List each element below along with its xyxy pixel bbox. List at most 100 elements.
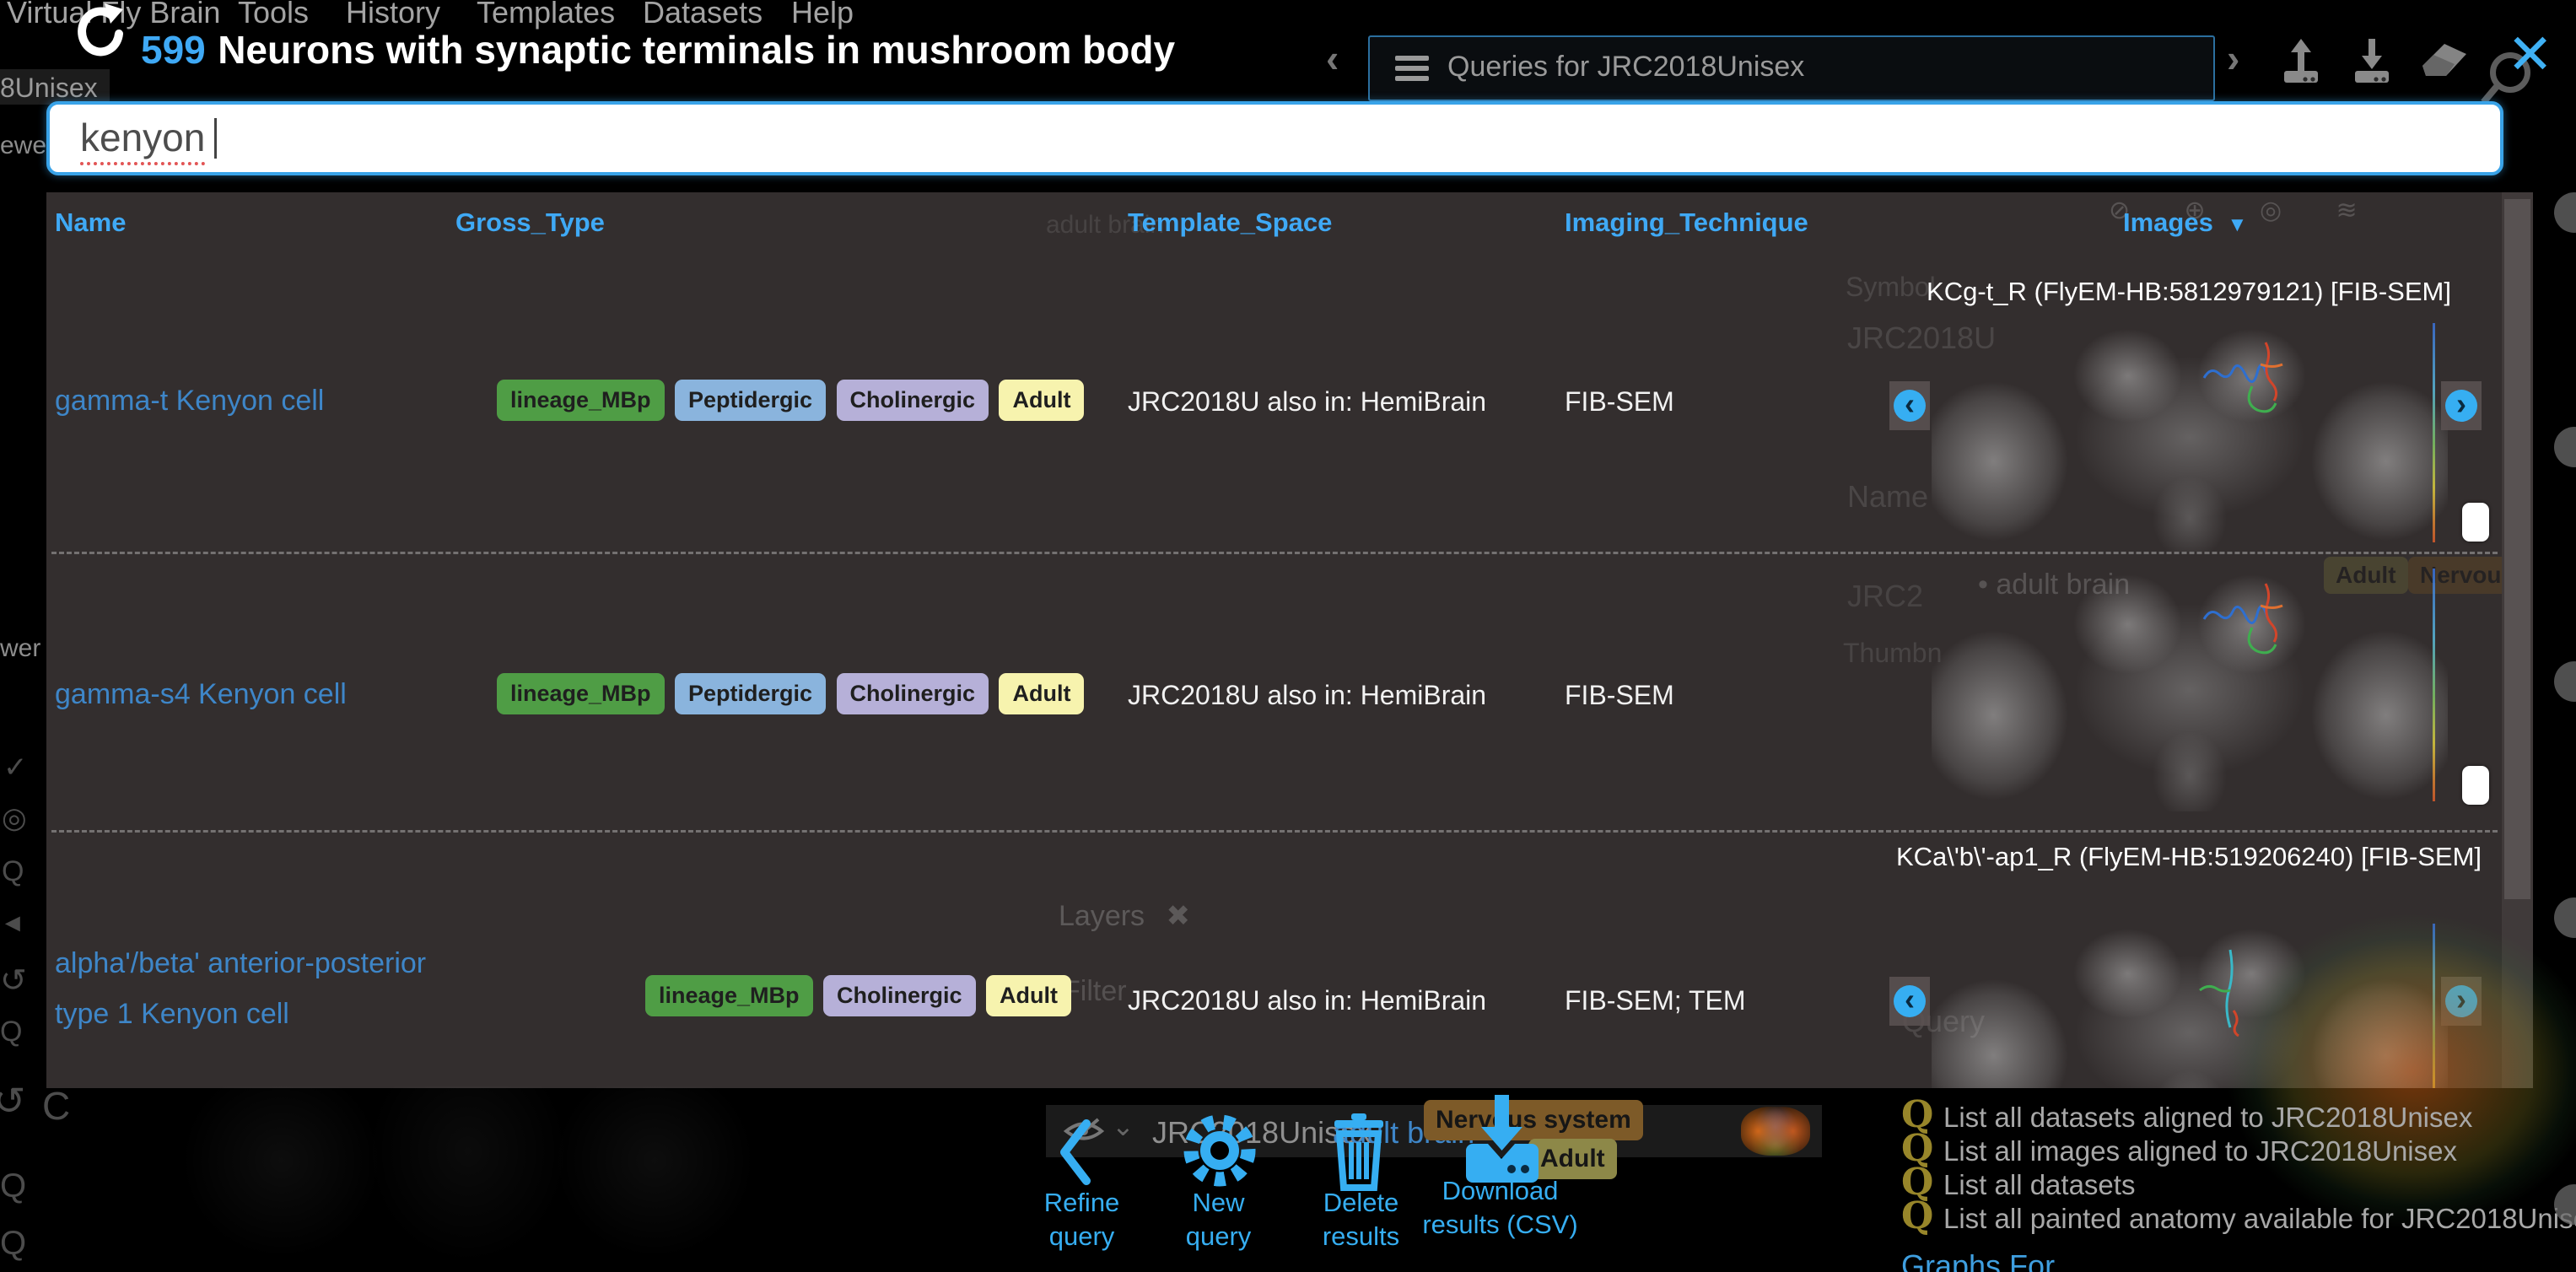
background-viewer-label-2: wer <box>0 634 40 663</box>
carousel-prev-button[interactable]: ‹ <box>1889 381 1930 430</box>
carousel-next-button[interactable]: › <box>2441 381 2482 430</box>
refresh-icon: ↺ <box>0 1078 26 1124</box>
column-header-imaging-technique[interactable]: Imaging_Technique <box>1565 208 1808 238</box>
rotate-icon: C <box>42 1083 70 1129</box>
menu-tools[interactable]: Tools <box>238 0 309 30</box>
query-icon: Q <box>0 1016 22 1048</box>
edge-panel-button[interactable] <box>2554 427 2576 467</box>
result-link[interactable]: gamma-s4 Kenyon cell <box>55 678 347 711</box>
query-icon: Q <box>0 1167 26 1205</box>
menu-history[interactable]: History <box>346 0 440 30</box>
back-icon: ◄ <box>0 909 25 938</box>
close-icon[interactable]: ✕ <box>2507 22 2553 87</box>
trash-icon[interactable] <box>1331 1113 1387 1195</box>
result-link[interactable]: gamma-t Kenyon cell <box>55 385 324 418</box>
image-checkbox[interactable] <box>2462 503 2489 542</box>
query-list-item[interactable]: List all painted anatomy available for J… <box>1943 1203 2576 1235</box>
brain-thumbnail[interactable] <box>1932 914 2448 1088</box>
hamburger-icon[interactable] <box>1395 56 1429 81</box>
graphs-section-heading: Graphs For <box>1901 1248 2055 1272</box>
sort-desc-icon[interactable]: ▼ <box>2227 213 2247 236</box>
tag-adult: Adult <box>999 673 1084 714</box>
close-icon: ✖ <box>1167 900 1191 932</box>
result-title: Neurons with synaptic terminals in mushr… <box>218 28 1175 72</box>
edge-panel-button[interactable] <box>2554 897 2576 938</box>
page-title: 599 Neurons with synaptic terminals in m… <box>141 27 1175 73</box>
next-query-icon[interactable]: › <box>2227 35 2239 81</box>
tag-lineage: lineage_MBp <box>497 380 665 421</box>
color-scale <box>2433 569 2435 801</box>
refine-query-button[interactable]: Refine query <box>1021 1186 1143 1253</box>
menu-templates[interactable]: Templates <box>477 0 615 30</box>
chevron-down-icon: ⌄ <box>1112 1110 1134 1142</box>
carousel-next-icon: › <box>2445 390 2477 422</box>
imaging-technique-cell: FIB-SEM <box>1565 680 1674 711</box>
refine-query-icon[interactable] <box>1056 1118 1098 1190</box>
delete-results-button[interactable]: Delete results <box>1296 1186 1426 1253</box>
menu-datasets[interactable]: Datasets <box>643 0 763 30</box>
tag-group: lineage_MBp Peptidergic Cholinergic Adul… <box>497 380 1091 421</box>
results-scrollbar-thumb[interactable] <box>2504 199 2530 899</box>
column-header-images[interactable]: Images ▼ <box>2123 208 2247 238</box>
tag-cholinergic: Cholinergic <box>837 380 989 421</box>
carousel-next-button[interactable]: › <box>2441 977 2482 1026</box>
tag-adult: Adult <box>986 975 1071 1016</box>
prev-query-icon[interactable]: ‹ <box>1326 35 1339 81</box>
query-list-item[interactable]: List all datasets <box>1943 1169 2135 1201</box>
tag-cholinergic: Cholinergic <box>837 673 989 714</box>
check-icon: ✓ <box>3 751 28 784</box>
template-space-cell: JRC2018U also in: HemiBrain <box>1128 680 1486 711</box>
color-scale <box>2433 924 2435 1088</box>
background-brain-image <box>135 1086 801 1272</box>
upload-icon[interactable] <box>2277 37 2325 92</box>
neuron-trace <box>2200 579 2326 680</box>
brain-thumbnail[interactable] <box>1932 314 2448 552</box>
query-icon: Q <box>1901 1194 1933 1237</box>
tag-peptidergic: Peptidergic <box>675 380 826 421</box>
results-table: adult brain ⊘ ⊕ ◎ ≋ Name Gross_Type Temp… <box>46 192 2533 1088</box>
search-value: kenyon <box>80 115 205 165</box>
template-space-cell: JRC2018U also in: HemiBrain <box>1128 985 1486 1016</box>
download-icon[interactable] <box>2348 37 2395 92</box>
row-separator <box>51 552 2498 554</box>
carousel-prev-button[interactable]: ‹ <box>1889 977 1930 1026</box>
image-checkbox[interactable] <box>2462 766 2489 805</box>
neuron-trace <box>2200 337 2326 439</box>
menu-help[interactable]: Help <box>791 0 854 30</box>
result-link[interactable]: alpha'/beta' anterior-posterior type 1 K… <box>55 938 451 1039</box>
image-caption: KCa\'b\'-ap1_R (FlyEM-HB:519206240) [FIB… <box>1894 835 2484 879</box>
tag-adult: Adult <box>999 380 1084 421</box>
imaging-technique-cell: FIB-SEM <box>1565 386 1674 418</box>
images-header-label: Images <box>2123 208 2213 237</box>
new-query-button[interactable]: New query <box>1157 1186 1280 1253</box>
vfb-logo-icon[interactable] <box>73 3 123 67</box>
carousel-prev-icon: ‹ <box>1894 985 1926 1017</box>
ghost-layers-panel: Layers ✖ <box>1059 899 1190 933</box>
column-header-name[interactable]: Name <box>55 208 126 238</box>
background-mini-brain <box>1741 1107 1810 1156</box>
app-window: Virtual Fly Brain Tools History Template… <box>0 0 2576 1272</box>
background-tab-label: 8Unisex <box>0 73 98 104</box>
query-list-item[interactable]: List all datasets aligned to JRC2018Unis… <box>1943 1102 2472 1134</box>
query-list-item[interactable]: List all images aligned to JRC2018Unisex <box>1943 1135 2457 1167</box>
target-icon: ◎ <box>2 801 27 835</box>
eraser-icon[interactable] <box>2421 40 2468 85</box>
edge-panel-button[interactable] <box>2554 661 2576 702</box>
neuron-trace <box>2180 946 2289 1073</box>
color-scale <box>2433 323 2435 542</box>
query-selector[interactable]: Queries for JRC2018Unisex <box>1368 35 2215 101</box>
brain-thumbnail[interactable] <box>1932 558 2448 811</box>
row-separator <box>51 830 2498 833</box>
search-input[interactable]: kenyon <box>46 101 2503 175</box>
template-space-cell: JRC2018U also in: HemiBrain <box>1128 386 1486 418</box>
column-header-gross-type[interactable]: Gross_Type <box>455 208 605 238</box>
image-caption: KCg-t_R (FlyEM-HB:5812979121) [FIB-SEM] <box>1894 270 2484 314</box>
text-caret <box>214 118 217 159</box>
download-results-button[interactable]: Download results (CSV) <box>1422 1174 1578 1242</box>
column-header-template-space[interactable]: Template_Space <box>1128 208 1332 238</box>
edge-panel-button[interactable] <box>2554 192 2576 233</box>
gear-icon[interactable] <box>1179 1110 1260 1195</box>
imaging-technique-cell: FIB-SEM; TEM <box>1565 985 1746 1016</box>
ghost-template-fragment: JRC2 <box>1847 579 1923 614</box>
carousel-prev-icon: ‹ <box>1894 390 1926 422</box>
